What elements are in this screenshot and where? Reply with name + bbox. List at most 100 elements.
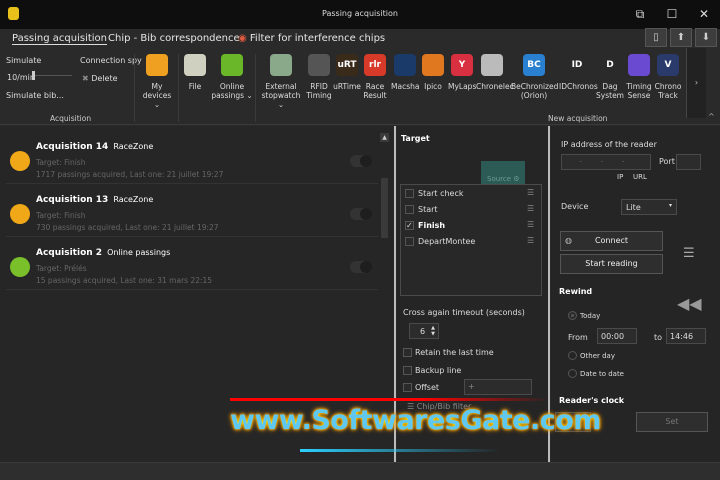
upload-button[interactable]: ⬆: [670, 28, 692, 47]
backup-checkbox[interactable]: [403, 366, 412, 375]
collapse-ribbon-button[interactable]: ^: [708, 112, 715, 121]
acquisition-toggle[interactable]: [350, 155, 372, 167]
ipico-button[interactable]: Ipico: [420, 54, 446, 91]
cloud-button[interactable]: Online passings ⌄: [210, 54, 254, 100]
acquisition-info: 1717 passings acquired, Last one: 21 jui…: [36, 170, 224, 179]
retain-checkbox[interactable]: [403, 348, 412, 357]
file-button[interactable]: File: [180, 54, 210, 91]
acquisition-group-label: Acquisition: [50, 114, 92, 123]
stopwatch-button[interactable]: External stopwatch ⌄: [258, 54, 304, 109]
title-bar: Passing acquisition ⧉ ☐ ✕: [0, 0, 720, 29]
device-label: Device: [561, 202, 589, 211]
timingsense-button[interactable]: Timing Sense: [625, 54, 653, 100]
list-item[interactable]: Acquisition 14 RaceZone Target: Finish 1717…: [6, 131, 378, 184]
chevron-down-icon: ⌄: [153, 100, 161, 109]
scroll-thumb[interactable]: [381, 178, 388, 238]
filter-icon[interactable]: ☰: [527, 204, 534, 213]
today-radio[interactable]: [568, 311, 577, 320]
chronelec-button[interactable]: Chronelec: [476, 54, 514, 91]
devices-button[interactable]: My devices ⌄: [137, 54, 177, 109]
acquisition-target: Target: Finish: [36, 211, 86, 220]
from-time-input[interactable]: 00:00: [597, 328, 637, 344]
acquisition-toggle[interactable]: [350, 208, 372, 220]
ip-input[interactable]: . . .: [561, 154, 651, 170]
tab-filter-interference[interactable]: ◉ Filter for interference chips: [238, 33, 385, 44]
ribbon-separator: [255, 54, 256, 122]
icon-glyph: Y: [458, 59, 466, 70]
filter-icon[interactable]: ☰: [527, 236, 534, 245]
url-option[interactable]: URL: [633, 173, 647, 181]
tab-passing-acquisition[interactable]: Passing acquisition: [12, 33, 108, 45]
target-checkbox[interactable]: [405, 205, 414, 214]
scroll-up-button[interactable]: ▲: [380, 133, 389, 142]
icon-glyph: D: [606, 59, 614, 70]
delete-label: Delete: [91, 74, 118, 83]
menu-icon[interactable]: ☰: [683, 246, 695, 261]
acquisition-name: Acquisition 13 RaceZone: [36, 195, 153, 205]
ribbon-button-label: Online passings ⌄: [211, 82, 253, 100]
filter-icon[interactable]: ☰: [527, 220, 534, 229]
idchronos-button[interactable]: ID IDChronos: [559, 54, 598, 91]
port-input[interactable]: [676, 154, 701, 170]
rate-slider[interactable]: [32, 71, 72, 81]
target-checkbox[interactable]: ✓: [405, 221, 414, 230]
status-bar: [0, 462, 720, 480]
tab-bar: Passing acquisition Chip - Bib correspon…: [0, 30, 720, 50]
offset-sign: +: [468, 382, 475, 391]
target-checkbox[interactable]: [405, 189, 414, 198]
target-item-label: Start check: [418, 189, 464, 198]
racezone-icon: [10, 151, 30, 171]
retain-label: Retain the last time: [415, 348, 494, 357]
ribbon-button-label: External stopwatch ⌄: [261, 82, 301, 109]
target-checkbox[interactable]: [405, 237, 414, 246]
rfid-button[interactable]: RFID Timing: [306, 54, 332, 100]
source-button[interactable]: Source ⚙: [481, 161, 525, 186]
cross-timeout-stepper[interactable]: 6 ▲ ▼: [409, 323, 439, 339]
simulate-label: Simulate: [6, 56, 42, 65]
list-item[interactable]: Acquisition 2 Online passings Target: Prél…: [6, 237, 378, 290]
connection-spy-button[interactable]: Connection spy: [80, 56, 142, 65]
download-button[interactable]: ⬇: [695, 28, 717, 47]
device-select[interactable]: Lite ▾: [621, 199, 677, 215]
raceresult-button[interactable]: rlr Race Result: [361, 54, 389, 100]
watermark-decoration: [300, 449, 500, 452]
macsha-button[interactable]: Macsha: [391, 54, 419, 91]
dag-button[interactable]: D Dag System: [596, 54, 624, 100]
maximize-button[interactable]: ☐: [660, 5, 684, 23]
export-button[interactable]: ▯: [645, 28, 667, 47]
rewind-icon[interactable]: ◀◀: [677, 294, 702, 313]
acquisition-title: Acquisition 13: [36, 195, 109, 205]
date-to-date-radio[interactable]: [568, 369, 577, 378]
acquisition-toggle[interactable]: [350, 261, 372, 273]
chronotrack-button[interactable]: V Chrono Track: [654, 54, 682, 100]
other-day-radio[interactable]: [568, 351, 577, 360]
to-time-input[interactable]: 14:46: [666, 328, 706, 344]
target-item-label: DepartMontee: [418, 237, 476, 246]
list-item[interactable]: Acquisition 13 RaceZone Target: Finish 730 …: [6, 184, 378, 237]
offset-input[interactable]: +: [464, 379, 532, 395]
connect-button[interactable]: ◍ Connect: [560, 231, 663, 251]
other-day-label: Other day: [580, 352, 615, 360]
stopwatch-icon: [270, 54, 292, 76]
acquisition-title: Acquisition 2: [36, 248, 103, 258]
bechronized-button[interactable]: BC BeChronized (Orion): [511, 54, 558, 100]
urtime-button[interactable]: uRT uRTime: [333, 54, 361, 91]
idchronos-icon: ID: [566, 54, 588, 76]
delete-button[interactable]: ✖ Delete: [82, 74, 118, 83]
mylaps-button[interactable]: Y MyLaps: [448, 54, 476, 91]
list-scrollbar[interactable]: ▲: [380, 126, 390, 238]
set-clock-button[interactable]: Set: [636, 412, 708, 432]
close-button[interactable]: ✕: [692, 5, 716, 23]
offset-checkbox[interactable]: [403, 383, 412, 392]
start-reading-button[interactable]: Start reading: [560, 254, 663, 274]
simulate-bib-button[interactable]: Simulate bib...: [6, 91, 64, 100]
tab-chip-bib[interactable]: Chip - Bib correspondence: [108, 33, 240, 44]
filter-icon[interactable]: ☰: [527, 188, 534, 197]
ribbon-scroll-right-button[interactable]: ›: [686, 48, 706, 118]
ip-option[interactable]: IP: [617, 173, 623, 181]
rfid-icon: [308, 54, 330, 76]
watermark: www.SoftwaresGate.com: [230, 405, 601, 436]
restore-button[interactable]: ⧉: [628, 5, 652, 23]
macsha-icon: [394, 54, 416, 76]
ribbon: Simulate 10/min Simulate bib... Connecti…: [0, 50, 720, 125]
